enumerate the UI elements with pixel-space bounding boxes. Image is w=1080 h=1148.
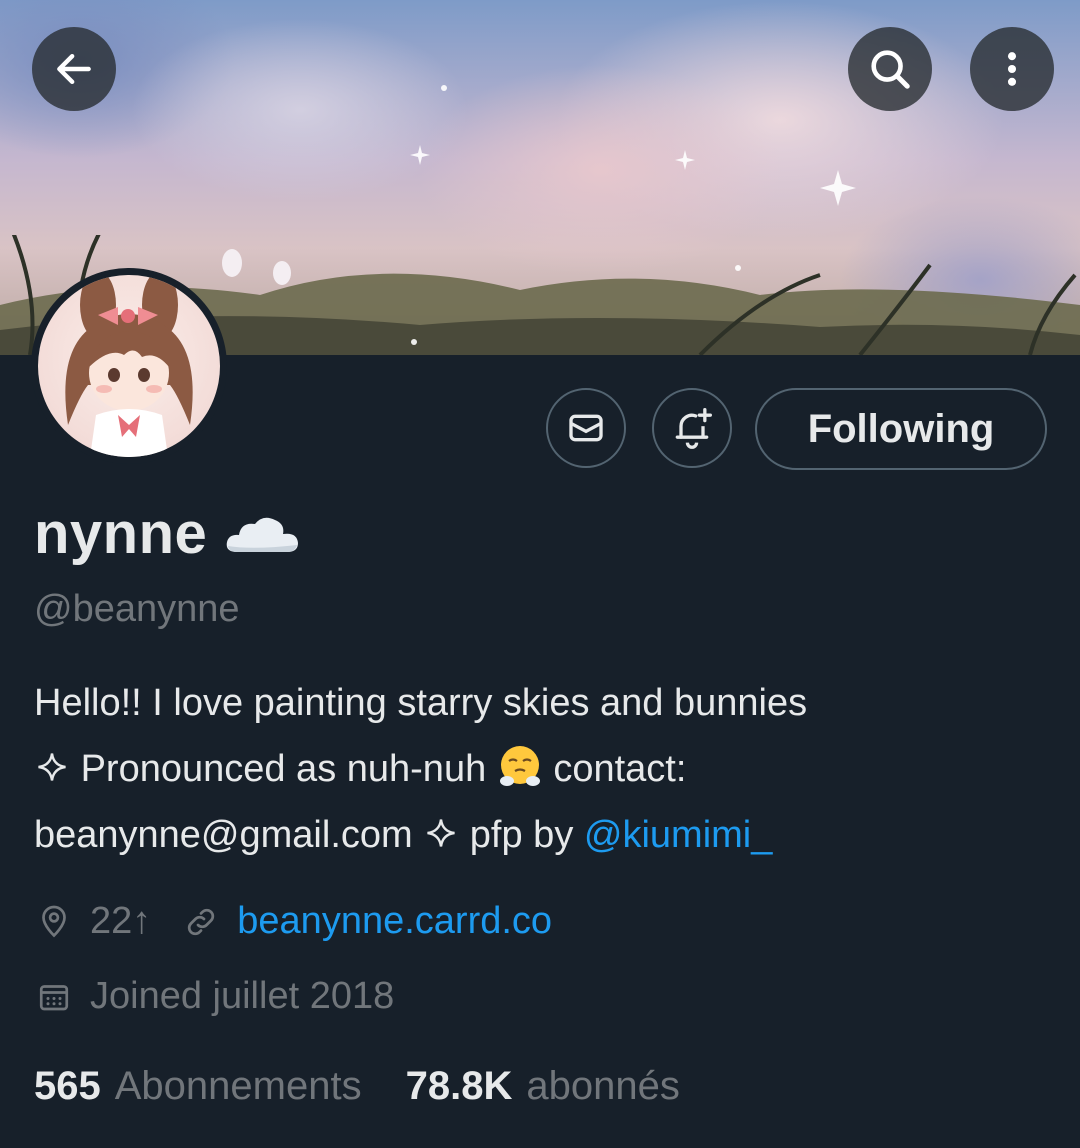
cloud-emoji-icon <box>227 517 299 552</box>
bio-mention-link[interactable]: @kiumimi_ <box>584 814 772 856</box>
more-options-button[interactable] <box>970 27 1054 111</box>
following-count-link[interactable]: 565 Abonnements <box>34 1064 362 1109</box>
following-button[interactable]: Following <box>755 388 1047 470</box>
bio-line-1: Hello!! I love painting starry skies and… <box>34 682 808 724</box>
more-vertical-icon <box>1007 52 1017 86</box>
back-button[interactable] <box>32 27 116 111</box>
calendar-icon <box>34 977 74 1017</box>
followers-label: abonnés <box>526 1064 680 1108</box>
display-name: nynne <box>34 501 208 566</box>
link-icon <box>181 902 221 942</box>
bio-pronounced-text: Pronounced as nuh-nuh <box>80 748 487 790</box>
profile-meta-row: 22↑ beanynne.carrd.co <box>34 900 552 943</box>
notifications-button[interactable] <box>652 388 732 468</box>
profile-joined-date: Joined juillet 2018 <box>90 975 395 1017</box>
search-icon <box>871 50 910 89</box>
message-button[interactable] <box>546 388 626 468</box>
back-arrow-icon <box>57 53 91 85</box>
avatar-image <box>38 275 220 457</box>
huffing-face-emoji-icon <box>499 746 540 786</box>
followers-count-link[interactable]: 78.8K abonnés <box>406 1064 680 1109</box>
following-label: Abonnements <box>114 1064 362 1108</box>
bell-plus-icon <box>675 408 712 449</box>
name-row: nynne <box>34 500 301 567</box>
sparkle-icon <box>427 819 455 847</box>
sparkle-icon <box>38 753 66 781</box>
search-button[interactable] <box>848 27 932 111</box>
profile-joined-row: Joined juillet 2018 <box>34 975 394 1018</box>
following-count: 565 <box>34 1064 101 1108</box>
location-pin-icon <box>34 902 74 942</box>
followers-count: 78.8K <box>405 1064 513 1108</box>
profile-avatar[interactable] <box>31 268 227 464</box>
bio-email: beanynne@gmail.com <box>34 814 413 856</box>
bio-contact-label: contact: <box>553 748 687 790</box>
profile-location: 22↑ <box>90 900 152 942</box>
mail-icon <box>569 414 603 442</box>
profile-handle: @beanynne <box>34 588 240 630</box>
bio-line-2: Pronounced as nuh-nuh contact: <box>34 736 1044 802</box>
profile-website-link[interactable]: beanynne.carrd.co <box>237 900 552 943</box>
profile-stats: 565 Abonnements 78.8K abonnés <box>34 1064 680 1109</box>
profile-bio: Hello!! I love painting starry skies and… <box>34 670 1044 868</box>
bio-line-3: beanynne@gmail.com pfp by @kiumimi_ <box>34 802 1044 868</box>
bio-pfp-label: pfp by <box>469 814 574 856</box>
